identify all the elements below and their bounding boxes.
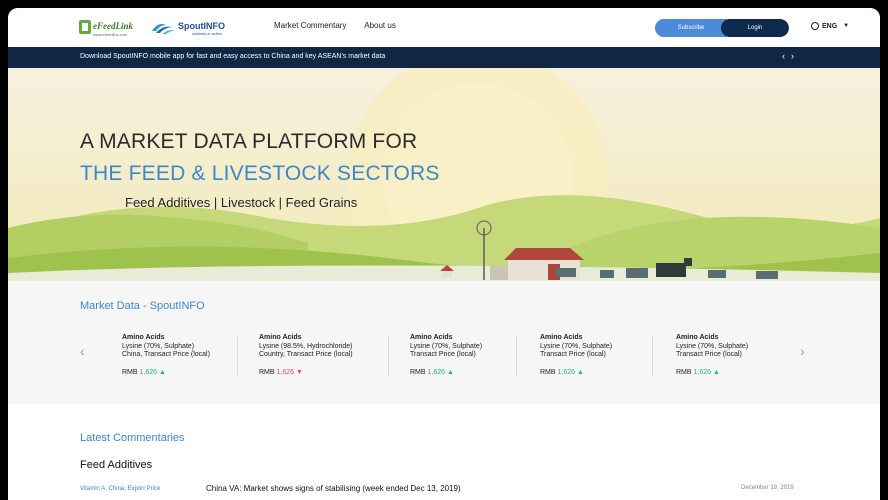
price-card-price: RMB 1,626 ▲	[676, 369, 748, 378]
price-card-category: Amino Acids	[259, 334, 302, 341]
hero-banner: A MARKET DATA PLATFORM FOR THE FEED & LI…	[8, 68, 880, 281]
card-divider	[237, 336, 238, 377]
price-card-category: Amino Acids	[540, 334, 583, 341]
price-currency: RMB	[410, 368, 426, 376]
price-card-category: Amino Acids	[410, 334, 453, 341]
browser-page: eFeedLink www.efeedlink.com SpoutINFO ma…	[8, 8, 880, 500]
price-card-market: Transact Price (local)	[540, 351, 606, 358]
nav-market-commentary[interactable]: Market Commentary	[274, 21, 346, 30]
spoutinfo-logo-name: SpoutINFO	[178, 21, 225, 31]
trend-up-icon: ▲	[713, 368, 720, 376]
market-data-section: Market Data - SpoutINFO ‹ › Amino Acids …	[8, 281, 880, 404]
spoutinfo-logo[interactable]: SpoutINFO markets in action	[150, 17, 240, 39]
market-prev-icon[interactable]: ‹	[80, 343, 85, 359]
hero-categories: Feed Additives | Livestock | Feed Grains	[125, 195, 358, 210]
price-card-product: Lysine (98.5%, Hydrochloride)	[259, 342, 353, 350]
price-value: 1,626	[427, 368, 446, 376]
price-card-market: Transact Price (local)	[676, 351, 742, 358]
price-currency: RMB	[122, 368, 138, 376]
announcement-arrows: ‹›	[782, 51, 800, 61]
efeedlink-logo[interactable]: eFeedLink www.efeedlink.com	[78, 17, 140, 39]
trend-down-icon: ▼	[296, 368, 303, 376]
commentary-date: December 19, 2019	[741, 485, 794, 491]
price-card[interactable]: Amino Acids Lysine (70%, Sulphate) Trans…	[676, 334, 748, 377]
card-divider	[516, 336, 517, 377]
market-data-title: Market Data - SpoutINFO	[80, 300, 205, 312]
commentaries-section: Latest Commentaries Feed Additives Vitam…	[8, 404, 880, 500]
feed-additives-heading: Feed Additives	[80, 459, 153, 471]
price-card-product: Lysine (70%, Sulphate)	[540, 342, 613, 350]
efeedlink-logo-url: www.efeedlink.com	[93, 32, 128, 37]
hero-subheadline: THE FEED & LIVESTOCK SECTORS	[80, 162, 440, 185]
header: eFeedLink www.efeedlink.com SpoutINFO ma…	[8, 8, 880, 47]
announcement-next-icon[interactable]: ›	[791, 51, 800, 61]
price-card[interactable]: Amino Acids Lysine (70%, Sulphate) Trans…	[410, 334, 482, 377]
auth-buttons: Subscribe Login	[655, 19, 789, 37]
trend-up-icon: ▲	[447, 368, 454, 376]
price-card-price: RMB 1,626 ▲	[410, 369, 482, 378]
price-card-product: Lysine (70%, Sulphate)	[122, 342, 195, 350]
nav-about-us[interactable]: About us	[364, 21, 396, 30]
price-card-price: RMB 1,626 ▲	[540, 369, 612, 378]
price-value: 1,626	[557, 368, 576, 376]
price-value: 1,626	[693, 368, 712, 376]
price-card-category: Amino Acids	[122, 334, 165, 341]
price-card-price: RMB 1,626 ▼	[259, 369, 353, 378]
market-next-icon[interactable]: ›	[800, 343, 805, 359]
price-currency: RMB	[676, 368, 692, 376]
price-card-market: China, Transact Price (local)	[122, 351, 210, 358]
globe-icon	[811, 22, 819, 30]
announcement-bar: Download SpoutINFO mobile app for fast a…	[8, 47, 880, 68]
login-button[interactable]: Login	[721, 19, 789, 37]
card-divider	[388, 336, 389, 377]
price-card-market: Transact Price (local)	[410, 351, 476, 358]
efeedlink-logo-name: eFeedLink	[93, 21, 133, 31]
price-card-price: RMB 1,626 ▲	[122, 369, 210, 378]
trend-up-icon: ▲	[577, 368, 584, 376]
hero-headline: A MARKET DATA PLATFORM FOR	[80, 130, 418, 153]
price-value: 1,626	[139, 368, 158, 376]
price-currency: RMB	[540, 368, 556, 376]
price-card-product: Lysine (70%, Sulphate)	[410, 342, 483, 350]
price-card[interactable]: Amino Acids Lysine (98.5%, Hydrochloride…	[259, 334, 353, 377]
commentaries-title: Latest Commentaries	[80, 432, 185, 444]
subscribe-button[interactable]: Subscribe	[655, 19, 727, 37]
commentary-tag[interactable]: Vitamin A, China, Export Price	[80, 486, 160, 492]
price-currency: RMB	[259, 368, 275, 376]
announcement-prev-icon[interactable]: ‹	[782, 51, 791, 61]
announcement-text[interactable]: Download SpoutINFO mobile app for fast a…	[80, 53, 385, 60]
price-value: 1,626	[276, 368, 295, 376]
price-card-market: Country, Transact Price (local)	[259, 351, 353, 358]
commentary-title[interactable]: China VA: Market shows signs of stabilis…	[206, 484, 461, 493]
spoutinfo-logo-tagline: markets in action	[192, 31, 223, 36]
language-label: ENG	[822, 22, 838, 30]
caret-down-icon: ▼	[843, 23, 850, 29]
price-card[interactable]: Amino Acids Lysine (70%, Sulphate) China…	[122, 334, 210, 377]
trend-up-icon: ▲	[159, 368, 166, 376]
main-nav: Market Commentary About us	[274, 21, 412, 30]
price-card-category: Amino Acids	[676, 334, 719, 341]
card-divider	[652, 336, 653, 377]
language-selector[interactable]: ENG ▼	[811, 22, 849, 30]
price-card-product: Lysine (70%, Sulphate)	[676, 342, 749, 350]
price-card[interactable]: Amino Acids Lysine (70%, Sulphate) Trans…	[540, 334, 612, 377]
